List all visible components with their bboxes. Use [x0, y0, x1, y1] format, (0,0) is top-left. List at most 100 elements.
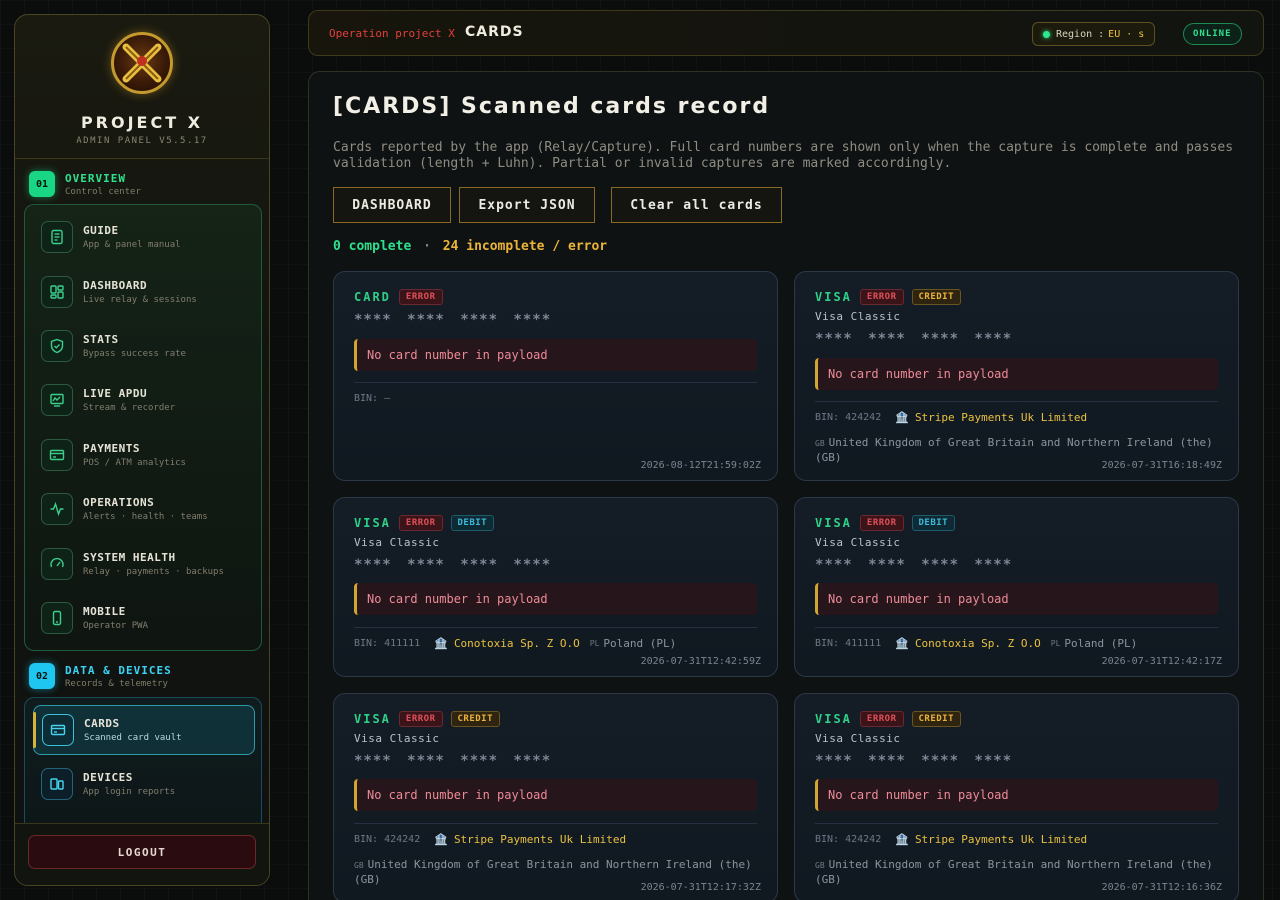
- brand-version: ADMIN PANEL V5.5.17: [76, 136, 208, 146]
- card-product: Visa Classic: [815, 536, 901, 549]
- masked-card-number: **** **** **** ****: [354, 557, 552, 573]
- devices-icon: [41, 768, 73, 800]
- country-code: PL: [589, 639, 600, 648]
- shield-icon: [41, 330, 73, 362]
- masked-card-number: **** **** **** ****: [354, 753, 552, 769]
- bank-icon: 🏦: [895, 411, 909, 424]
- bin-row: BIN: —: [354, 393, 757, 404]
- sidebar-item-devices[interactable]: DEVICES App login reports: [33, 760, 255, 808]
- cards-panel: [CARDS] Scanned cards record Cards repor…: [308, 71, 1264, 900]
- divider: [354, 382, 757, 383]
- bin-row: BIN: 424242 🏦 Stripe Payments Uk Limited: [354, 833, 757, 846]
- page-description: Cards reported by the app (Relay/Capture…: [333, 140, 1234, 171]
- bin-value: BIN: 424242: [815, 834, 882, 845]
- logout-button[interactable]: LOGOUT: [28, 835, 256, 869]
- brand-title: PROJECT X: [80, 113, 204, 132]
- card-network: CARD: [354, 290, 391, 304]
- error-message: No card number in payload: [354, 583, 757, 615]
- timestamp: 2026-08-12T21:59:02Z: [640, 460, 761, 471]
- online-status-badge: ONLINE: [1183, 23, 1242, 45]
- bin-row: BIN: 424242 🏦 Stripe Payments Uk Limited: [815, 833, 1218, 846]
- card-record[interactable]: VISA ERROR CREDIT Visa Classic **** ****…: [794, 693, 1239, 900]
- nav-sublabel: Relay · payments · backups: [83, 567, 224, 577]
- bin-row: BIN: 411111 🏦 Conotoxia Sp. Z O.O PL Pol…: [354, 637, 757, 650]
- nav-sublabel: Alerts · health · teams: [83, 512, 208, 522]
- book-icon: [41, 221, 73, 253]
- bin-value: BIN: 411111: [354, 638, 421, 649]
- sidebar-item-stats[interactable]: STATS Bypass success rate: [33, 322, 255, 370]
- region-label: Region :: [1056, 28, 1105, 40]
- bin-value: BIN: —: [354, 393, 391, 404]
- sidebar-item-system-health[interactable]: SYSTEM HEALTH Relay · payments · backups: [33, 540, 255, 588]
- sidebar-item-operations[interactable]: OPERATIONS Alerts · health · teams: [33, 485, 255, 533]
- sidebar-item-mobile[interactable]: MOBILE Operator PWA: [33, 594, 255, 642]
- dashboard-button[interactable]: DASHBOARD: [333, 187, 451, 223]
- card-record[interactable]: VISA ERROR DEBIT Visa Classic **** **** …: [333, 497, 778, 677]
- error-message: No card number in payload: [354, 779, 757, 811]
- divider: [815, 823, 1218, 824]
- card-network: VISA: [354, 712, 391, 726]
- section-subtitle: Records & telemetry: [65, 678, 168, 689]
- timestamp: 2026-07-31T12:42:17Z: [1101, 656, 1222, 667]
- nav-label: CARDS: [84, 717, 120, 730]
- nav-sublabel: Scanned card vault: [84, 733, 182, 743]
- section-number-badge: 01: [29, 171, 55, 197]
- breadcrumb-current-page: CARDS: [465, 24, 524, 40]
- card-network: VISA: [815, 516, 852, 530]
- bank-icon: 🏦: [895, 833, 909, 846]
- card-product: Visa Classic: [815, 310, 901, 323]
- export-json-button[interactable]: Export JSON: [459, 187, 595, 223]
- credit-card-icon: [41, 439, 73, 471]
- issuer-bank: Conotoxia Sp. Z O.O: [453, 637, 580, 650]
- nav-label: LIVE APDU: [83, 387, 148, 400]
- section-title: DATA & DEVICES: [65, 663, 172, 677]
- section-subtitle: Control center: [65, 186, 141, 197]
- error-message: No card number in payload: [815, 358, 1218, 390]
- section-title: OVERVIEW: [65, 171, 126, 185]
- timestamp: 2026-07-31T12:17:32Z: [640, 882, 761, 893]
- phone-icon: [41, 602, 73, 634]
- country-code: GB: [354, 861, 364, 870]
- bin-value: BIN: 424242: [354, 834, 421, 845]
- pulse-icon: [41, 493, 73, 525]
- incomplete-count: 24 incomplete / error: [442, 239, 608, 254]
- nav-label: MOBILE: [83, 605, 126, 618]
- sidebar-item-dashboard[interactable]: DASHBOARD Live relay & sessions: [33, 268, 255, 316]
- sidebar-item-guide[interactable]: GUIDE App & panel manual: [33, 213, 255, 261]
- card-product: Visa Classic: [354, 732, 440, 745]
- country-name: Poland (PL): [1064, 637, 1138, 650]
- divider: [354, 627, 757, 628]
- timestamp: 2026-07-31T12:16:36Z: [1101, 882, 1222, 893]
- status-badge: ERROR: [398, 289, 443, 305]
- nav-sublabel: Stream & recorder: [83, 403, 176, 413]
- divider: [354, 823, 757, 824]
- timestamp: 2026-07-31T16:18:49Z: [1101, 460, 1222, 471]
- page-title: [CARDS] Scanned cards record: [333, 94, 771, 119]
- masked-card-number: **** **** **** ****: [815, 557, 1013, 573]
- sidebar-item-live-apdu[interactable]: LIVE APDU Stream & recorder: [33, 376, 255, 424]
- status-dot-icon: [1043, 30, 1050, 38]
- nav-sublabel: App login reports: [83, 787, 176, 797]
- sidebar-item-cards[interactable]: CARDS Scanned card vault: [33, 705, 255, 755]
- bin-value: BIN: 411111: [815, 638, 882, 649]
- card-record[interactable]: VISA ERROR DEBIT Visa Classic **** **** …: [794, 497, 1239, 677]
- card-record[interactable]: CARD ERROR **** **** **** **** No card n…: [333, 271, 778, 481]
- bin-row: BIN: 424242 🏦 Stripe Payments Uk Limited: [815, 411, 1218, 424]
- sidebar-item-payments[interactable]: PAYMENTS POS / ATM analytics: [33, 431, 255, 479]
- section-overview: 01 OVERVIEW Control center: [29, 169, 141, 199]
- breadcrumb-operation[interactable]: Operation project X: [329, 27, 455, 40]
- error-message: No card number in payload: [354, 339, 757, 371]
- complete-count: 0 complete: [333, 239, 412, 254]
- card-record[interactable]: VISA ERROR CREDIT Visa Classic **** ****…: [333, 693, 778, 900]
- dashboard-icon: [41, 276, 73, 308]
- brand-block: PROJECT X ADMIN PANEL V5.5.17: [15, 15, 269, 159]
- clear-all-cards-button[interactable]: Clear all cards: [611, 187, 782, 223]
- nav-sublabel: App & panel manual: [83, 240, 181, 250]
- nav-label: GUIDE: [83, 224, 119, 237]
- issuer-bank: Stripe Payments Uk Limited: [914, 411, 1088, 424]
- card-record[interactable]: VISA ERROR CREDIT Visa Classic **** ****…: [794, 271, 1239, 481]
- gauge-icon: [41, 548, 73, 580]
- status-badge: ERROR: [859, 711, 904, 727]
- issuer-bank: Stripe Payments Uk Limited: [453, 833, 627, 846]
- status-badge: ERROR: [859, 289, 904, 305]
